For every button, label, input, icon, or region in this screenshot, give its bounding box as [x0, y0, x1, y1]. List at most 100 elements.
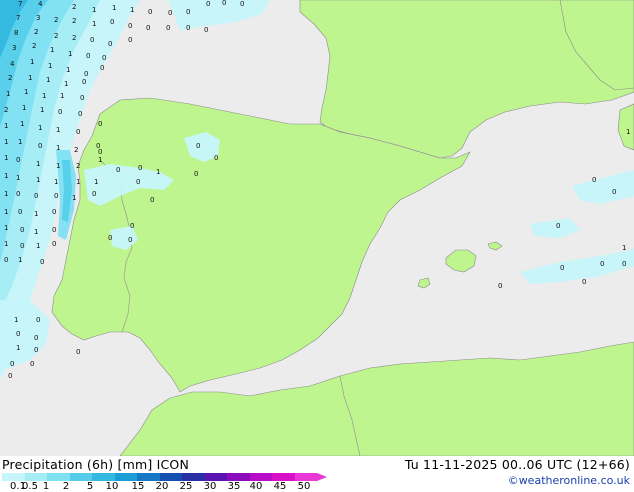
colorbar-tick-label: 0.5: [22, 481, 38, 492]
value-label: 2: [72, 17, 76, 25]
colorbar-tick-label: 45: [273, 481, 287, 492]
colorbar-tick-label: 25: [179, 481, 193, 492]
value-label: 1: [16, 174, 20, 182]
value-label: 1: [50, 46, 54, 54]
colorbar-swatch: [69, 473, 92, 481]
value-label: 0: [186, 8, 190, 16]
value-label: 0: [4, 256, 8, 264]
value-label: 1: [56, 162, 60, 170]
value-label: 1: [14, 316, 18, 324]
colorbar-tick-label: 30: [203, 481, 217, 492]
value-label: 1: [92, 6, 96, 14]
value-label: 1: [72, 194, 76, 202]
value-label: 1: [16, 344, 20, 352]
value-label: 1: [92, 20, 96, 28]
colorbar-tick-label: 50: [297, 481, 311, 492]
value-label: 2: [32, 42, 36, 50]
value-label: 7: [16, 14, 20, 22]
value-label: 0: [98, 148, 102, 156]
value-label: 1: [18, 256, 22, 264]
value-label: 0: [78, 110, 82, 118]
value-label: 0: [16, 330, 20, 338]
value-label: 0: [86, 52, 90, 60]
colorbar-arrow: [317, 473, 327, 481]
colorbar-swatch: [159, 473, 182, 481]
value-label: 1: [34, 210, 38, 218]
value-label: 0: [128, 236, 132, 244]
value-label: 0: [52, 240, 56, 248]
colorbar-tick-label: 5: [86, 481, 94, 492]
value-label: 0: [84, 70, 88, 78]
value-label: 0: [194, 170, 198, 178]
value-label: 1: [130, 6, 134, 14]
value-label: 0: [52, 208, 56, 216]
value-label: 0: [600, 260, 604, 268]
value-label: 1: [36, 160, 40, 168]
legend-title: Precipitation (6h) [mm] ICON: [2, 457, 189, 472]
value-label: 0: [76, 128, 80, 136]
value-label: 2: [74, 146, 78, 154]
value-label: 1: [40, 106, 44, 114]
value-label: 0: [136, 178, 140, 186]
value-label: 0: [18, 208, 22, 216]
value-label: 0: [128, 22, 132, 30]
value-label: 0: [612, 188, 616, 196]
value-label: 0: [130, 222, 134, 230]
colorbar-swatch: [24, 473, 47, 481]
value-label: 0: [240, 0, 244, 8]
value-label: 0: [582, 278, 586, 286]
value-label: 1: [66, 66, 70, 74]
value-label: 0: [110, 18, 114, 26]
value-label: 0: [82, 78, 86, 86]
value-label: 0: [206, 0, 210, 8]
value-label: 1: [4, 138, 8, 146]
value-label: 1: [98, 156, 102, 164]
value-label: 1: [24, 88, 28, 96]
colorbar-swatch: [227, 473, 250, 481]
value-label: 1: [60, 92, 64, 100]
value-label: 1: [38, 124, 42, 132]
value-label: 4: [10, 60, 15, 68]
value-label: 0: [168, 9, 172, 17]
value-label: 0: [54, 192, 58, 200]
value-label: 1: [76, 178, 80, 186]
value-label: 0: [100, 64, 104, 72]
value-label: 0: [146, 24, 150, 32]
value-label: 1: [64, 80, 68, 88]
value-label: 0: [52, 226, 56, 234]
value-label: 0: [92, 190, 96, 198]
colorbar-swatch: [2, 473, 25, 481]
colorbar-swatch: [249, 473, 272, 481]
value-label: 4: [38, 0, 43, 8]
credit-link[interactable]: ©weatheronline.co.uk: [508, 474, 630, 487]
value-label: 0: [556, 222, 560, 230]
colorbar-swatch: [182, 473, 205, 481]
value-label: 0: [10, 360, 14, 368]
value-label: 0: [150, 196, 154, 204]
value-label: 7: [18, 0, 22, 8]
value-label: 1: [4, 224, 8, 232]
value-label: 0: [34, 346, 38, 354]
value-label: 0: [34, 192, 38, 200]
value-label: 1: [42, 92, 46, 100]
value-label: 0: [58, 108, 62, 116]
legend: Precipitation (6h) [mm] ICON Tu 11-11-20…: [0, 456, 634, 492]
value-label: 1: [46, 76, 50, 84]
value-label: 0: [34, 334, 38, 342]
value-label: 0: [76, 348, 80, 356]
value-label: 1: [112, 4, 116, 12]
value-label: 2: [54, 16, 58, 24]
value-label: 0: [138, 164, 142, 172]
value-label: 1: [22, 104, 26, 112]
forecast-time: Tu 11-11-2025 00..06 UTC (12+66): [404, 457, 630, 472]
value-label: 1: [34, 228, 38, 236]
colorbar-tick-label: 35: [227, 481, 241, 492]
value-label: 0: [592, 176, 596, 184]
colorbar-tick-label: 20: [155, 481, 169, 492]
colorbar-tick-label: 2: [62, 481, 70, 492]
value-label: 0: [108, 234, 112, 242]
colorbar-tick-label: 40: [249, 481, 263, 492]
colorbar-swatch: [137, 473, 160, 481]
value-label: 2: [4, 106, 8, 114]
value-label: 1: [68, 50, 72, 58]
